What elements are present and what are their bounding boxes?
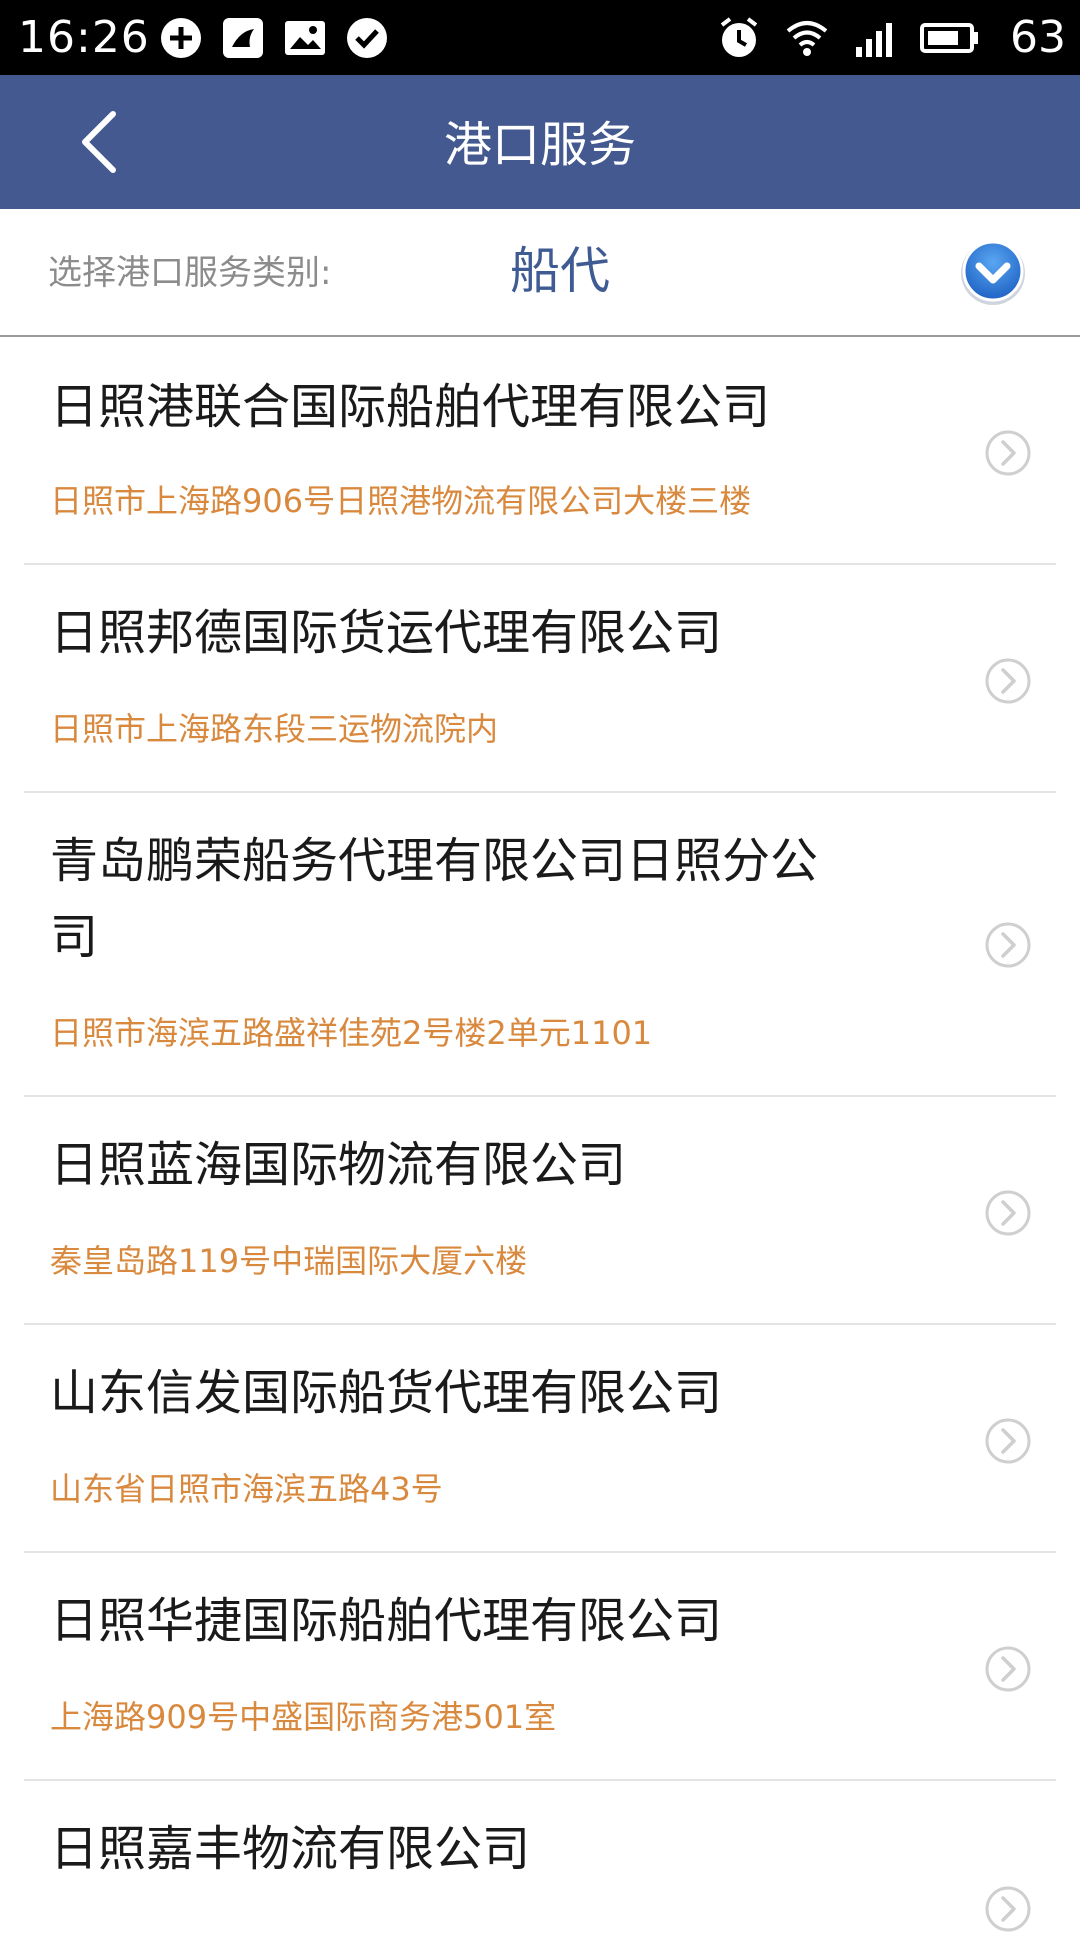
app-header: 港口服务 bbox=[0, 75, 1080, 209]
battery-icon bbox=[920, 23, 978, 53]
company-name: 日照邦德国际货运代理有限公司 bbox=[50, 605, 723, 661]
company-address: 上海路909号中盛国际商务港501室 bbox=[50, 1698, 557, 1736]
list-item[interactable]: 日照港联合国际船舶代理有限公司 日照市上海路906号日照港物流有限公司大楼三楼 bbox=[0, 337, 1080, 565]
company-name: 日照港联合国际船舶代理有限公司 bbox=[50, 379, 771, 435]
status-bar: 16:26 63 bbox=[0, 0, 1080, 75]
list-item[interactable]: 日照邦德国际货运代理有限公司 日照市上海路东段三运物流院内 bbox=[0, 565, 1080, 793]
list-item[interactable]: 山东信发国际船货代理有限公司 山东省日照市海滨五路43号 bbox=[0, 1325, 1080, 1553]
chevron-right-circle-icon[interactable] bbox=[984, 921, 1032, 969]
battery-level: 63 bbox=[1010, 12, 1066, 63]
wifi-icon bbox=[786, 21, 828, 56]
company-name: 青岛鹏荣船务代理有限公司日照分公司 bbox=[50, 833, 819, 965]
category-value[interactable]: 船代 bbox=[510, 239, 610, 303]
status-time: 16:26 bbox=[18, 12, 150, 63]
category-label: 选择港口服务类别: bbox=[48, 253, 332, 293]
company-address: 日照市上海路906号日照港物流有限公司大楼三楼 bbox=[50, 482, 752, 520]
company-address: 山东省日照市海滨五路43号 bbox=[50, 1470, 443, 1508]
company-address: 日照市上海路东段三运物流院内 bbox=[50, 710, 499, 748]
company-name: 日照蓝海国际物流有限公司 bbox=[50, 1137, 627, 1193]
category-selector[interactable]: 选择港口服务类别: 船代 bbox=[0, 209, 1080, 337]
dropdown-chevron-icon[interactable] bbox=[958, 236, 1028, 308]
list-item[interactable]: 日照嘉丰物流有限公司 bbox=[0, 1781, 1080, 1933]
chevron-right-circle-icon[interactable] bbox=[984, 1417, 1032, 1465]
company-name: 日照嘉丰物流有限公司 bbox=[50, 1821, 531, 1877]
chevron-right-circle-icon[interactable] bbox=[984, 429, 1032, 477]
page-title: 港口服务 bbox=[443, 117, 636, 173]
sync-icon bbox=[161, 18, 201, 58]
chevron-right-circle-icon[interactable] bbox=[984, 1189, 1032, 1237]
list-item[interactable]: 日照华捷国际船舶代理有限公司 上海路909号中盛国际商务港501室 bbox=[0, 1553, 1080, 1781]
company-address: 日照市海滨五路盛祥佳苑2号楼2单元1101 bbox=[50, 1014, 653, 1052]
gallery-icon bbox=[285, 21, 325, 55]
chevron-right-circle-icon[interactable] bbox=[984, 1885, 1032, 1933]
check-circle-icon bbox=[347, 18, 387, 58]
chevron-right-circle-icon[interactable] bbox=[984, 657, 1032, 705]
alarm-icon bbox=[720, 17, 758, 57]
chevron-right-circle-icon[interactable] bbox=[984, 1645, 1032, 1693]
list-item[interactable]: 日照蓝海国际物流有限公司 秦皇岛路119号中瑞国际大厦六楼 bbox=[0, 1097, 1080, 1325]
company-name: 山东信发国际船货代理有限公司 bbox=[50, 1365, 723, 1421]
signal-4g-icon bbox=[856, 23, 892, 57]
status-notification-icons bbox=[158, 15, 390, 61]
company-address: 秦皇岛路119号中瑞国际大厦六楼 bbox=[50, 1242, 528, 1280]
status-system-icons bbox=[716, 15, 980, 61]
company-list: 日照港联合国际船舶代理有限公司 日照市上海路906号日照港物流有限公司大楼三楼 … bbox=[0, 337, 1080, 1933]
list-item[interactable]: 青岛鹏荣船务代理有限公司日照分公司 日照市海滨五路盛祥佳苑2号楼2单元1101 bbox=[0, 793, 1080, 1097]
bird-app-icon bbox=[223, 18, 263, 58]
company-name: 日照华捷国际船舶代理有限公司 bbox=[50, 1593, 723, 1649]
